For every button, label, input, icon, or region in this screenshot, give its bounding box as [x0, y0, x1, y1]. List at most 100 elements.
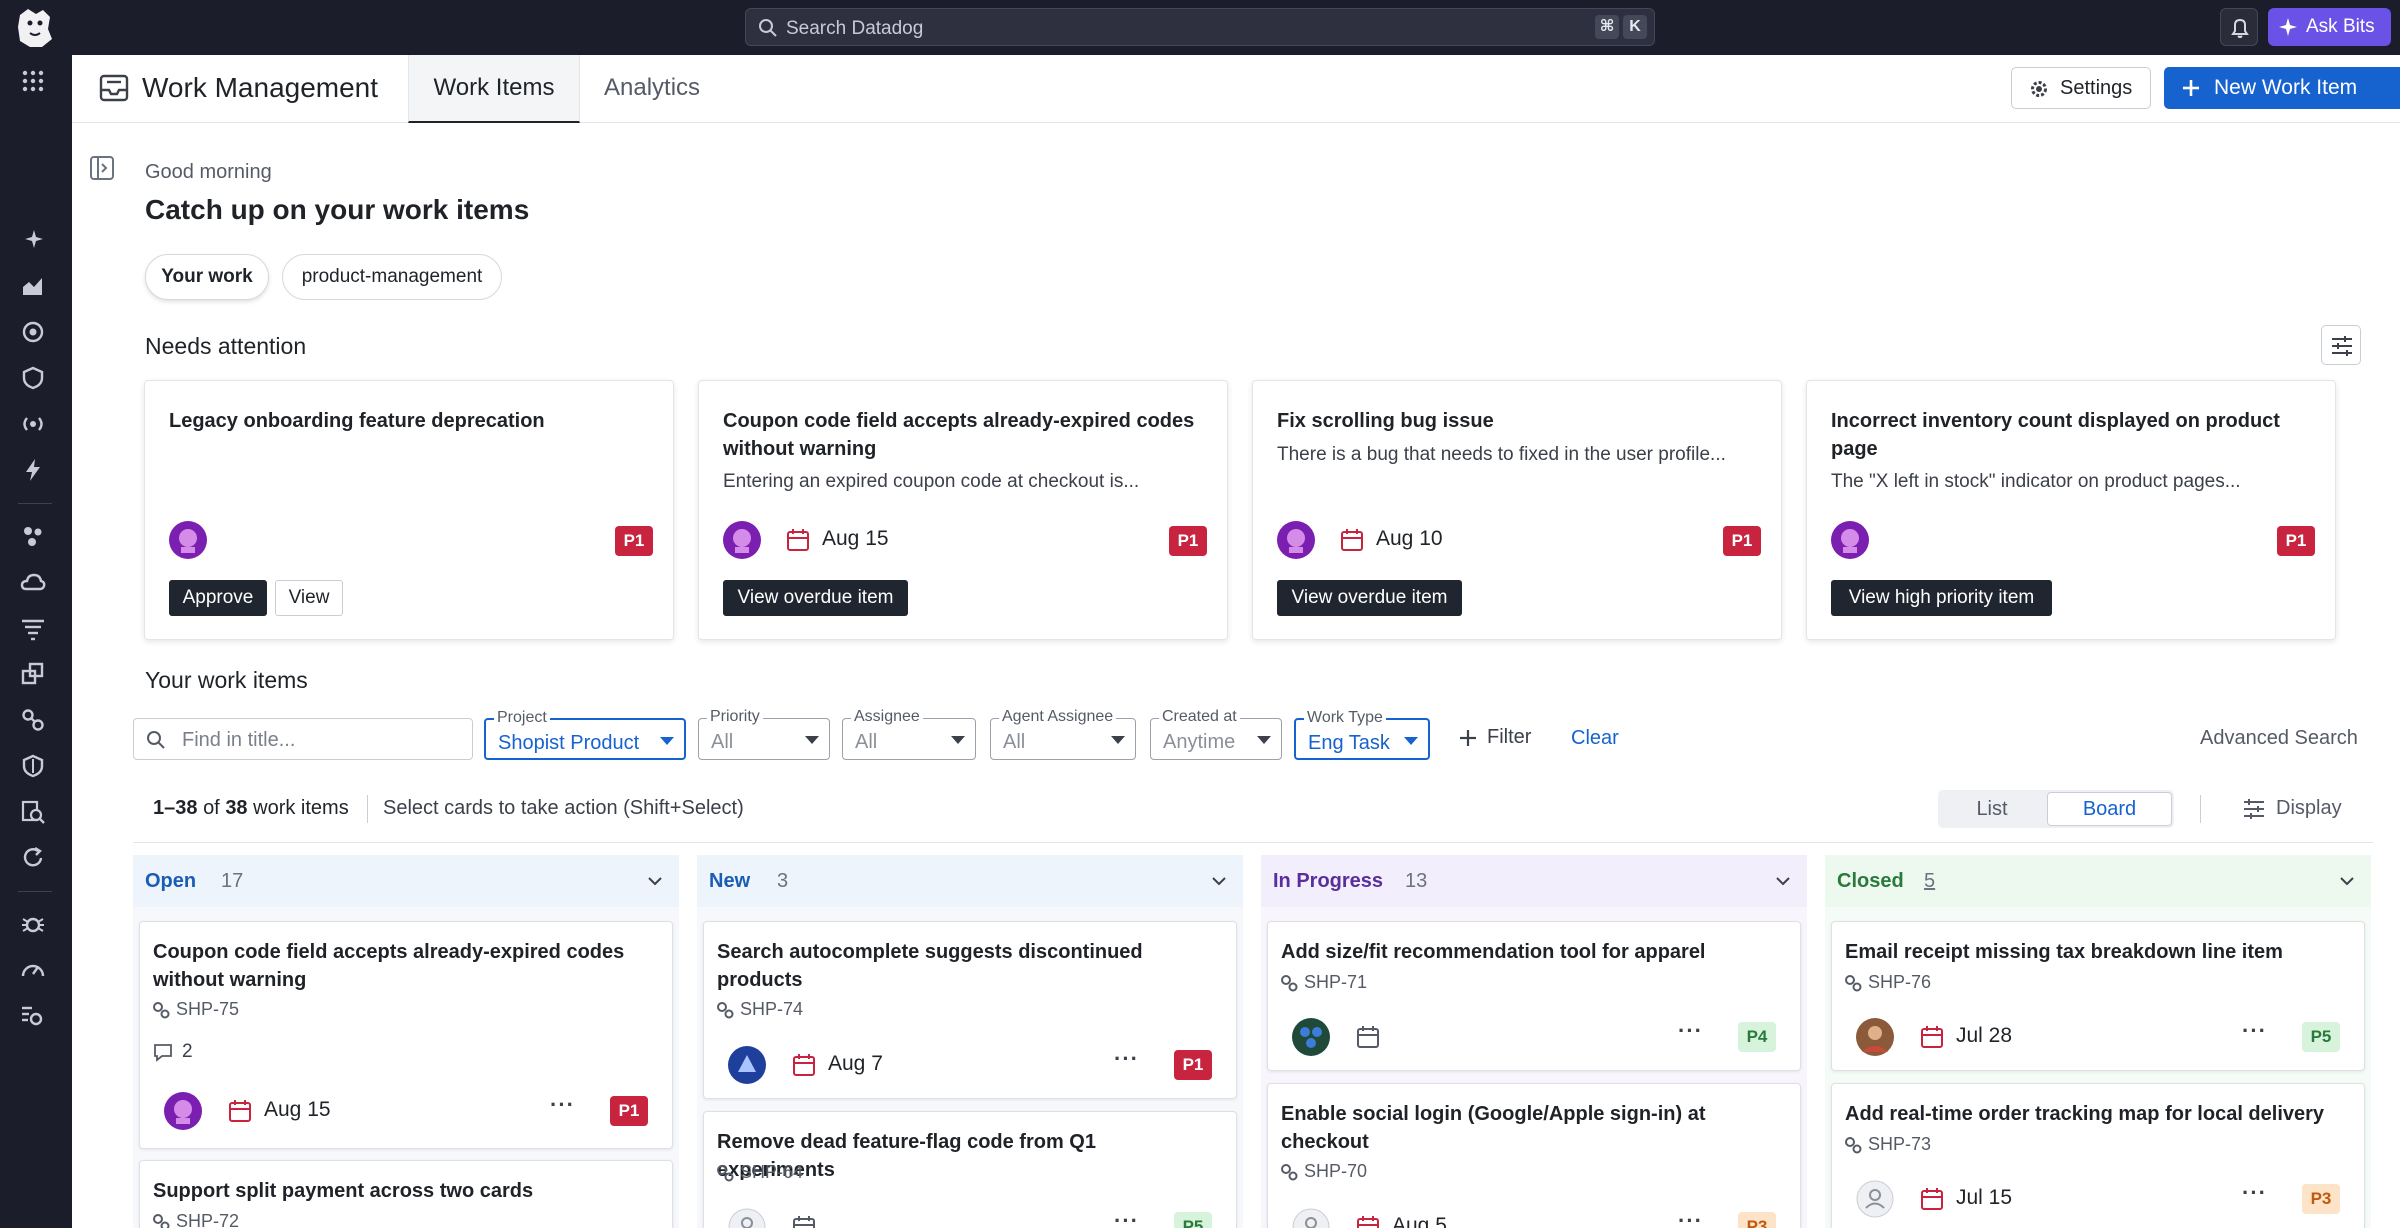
chip-your-work[interactable]: Your work [145, 254, 269, 300]
comment-count[interactable]: 2 [152, 1041, 193, 1063]
work-type-filter[interactable]: Work Type Eng Task [1294, 709, 1430, 760]
created-at-filter[interactable]: Created at Anytime [1150, 708, 1282, 760]
work-item-card[interactable]: Add real-time order tracking map for loc… [1831, 1083, 2365, 1228]
avatar [728, 1046, 766, 1084]
attention-card[interactable]: Legacy onboarding feature deprecation P1… [144, 380, 674, 640]
work-item-card[interactable]: Add size/fit recommendation tool for app… [1267, 921, 1801, 1071]
column-count: 17 [221, 870, 244, 892]
more-options-icon[interactable]: ··· [1678, 1018, 1703, 1044]
advanced-search-link[interactable]: Advanced Search [2200, 727, 2358, 750]
ask-bits-label: Ask Bits [2306, 16, 2375, 37]
signals-icon[interactable] [20, 411, 46, 437]
link-icon[interactable] [20, 707, 46, 733]
column-count[interactable]: 5 [1924, 870, 1935, 893]
work-item-card[interactable]: Coupon code field accepts already-expire… [139, 921, 673, 1149]
logs-icon[interactable] [20, 615, 46, 641]
speedometer-icon[interactable] [20, 957, 46, 983]
search-analytics-icon[interactable] [20, 799, 46, 825]
security-icon[interactable] [20, 365, 46, 391]
task-type-icon [153, 1214, 170, 1228]
approve-button[interactable]: Approve [169, 580, 267, 616]
expand-panel-button[interactable] [90, 156, 114, 180]
column-name: In Progress [1273, 870, 1384, 892]
column-header[interactable]: Open 17 [133, 855, 679, 907]
shield-icon[interactable] [20, 753, 46, 779]
infrastructure-icon[interactable] [20, 661, 46, 687]
dashboards-icon[interactable] [20, 273, 46, 299]
project-filter[interactable]: Project Shopist Product [484, 709, 686, 760]
workflow-icon[interactable] [20, 1003, 46, 1029]
new-work-item-button[interactable]: New Work Item [2164, 67, 2400, 109]
view-high-priority-item-button[interactable]: View high priority item [1831, 580, 2052, 616]
refresh-icon[interactable] [20, 845, 46, 871]
attention-card[interactable]: Fix scrolling bug issue There is a bug t… [1252, 380, 1782, 640]
settings-button[interactable]: Settings [2011, 67, 2151, 109]
assignee-filter[interactable]: Assignee All [842, 708, 976, 760]
more-options-icon[interactable]: ··· [1114, 1046, 1139, 1072]
apps-grid-icon[interactable] [20, 68, 46, 94]
chevron-down-icon[interactable] [1773, 871, 1793, 891]
task-type-icon [1845, 975, 1862, 992]
chevron-right-icon [97, 158, 108, 178]
chevron-down-icon[interactable] [1209, 871, 1229, 891]
add-filter-button[interactable]: Filter [1457, 726, 1531, 749]
agent-assignee-filter[interactable]: Agent Assignee All [990, 708, 1136, 760]
more-options-icon[interactable]: ··· [2242, 1018, 2267, 1044]
work-item-card[interactable]: Search autocomplete suggests discontinue… [703, 921, 1237, 1099]
tab-analytics[interactable]: Analytics [604, 55, 700, 123]
column-count: 13 [1405, 870, 1428, 892]
caret-down-icon [1404, 737, 1418, 745]
chevron-down-icon[interactable] [645, 871, 665, 891]
work-item-id: SHP-75 [176, 999, 240, 1019]
priority-filter[interactable]: Priority All [698, 708, 830, 760]
customize-button[interactable] [2321, 325, 2361, 365]
view-button[interactable]: View [275, 580, 343, 616]
bolt-icon[interactable] [20, 457, 46, 483]
column-header[interactable]: In Progress 13 [1261, 855, 1807, 907]
global-search-input[interactable]: Search Datadog ⌘ K [745, 8, 1655, 46]
chip-product-management[interactable]: product-management [282, 254, 502, 300]
work-item-card[interactable]: Remove dead feature-flag code from Q1 ex… [703, 1111, 1237, 1228]
column-count: 3 [777, 870, 789, 892]
count-of: of [203, 797, 220, 819]
more-options-icon[interactable]: ··· [550, 1092, 575, 1118]
board-view-button[interactable]: Board [2047, 792, 2172, 826]
notifications-button[interactable] [2220, 8, 2258, 46]
more-options-icon[interactable]: ··· [1678, 1208, 1703, 1228]
calendar-icon [1357, 1216, 1379, 1228]
work-item-card[interactable]: Enable social login (Google/Apple sign-i… [1267, 1083, 1801, 1228]
work-item-id: SHP-72 [176, 1211, 240, 1228]
tab-work-items[interactable]: Work Items [408, 55, 580, 123]
priority-badge: P5 [1174, 1212, 1212, 1228]
priority-badge: P1 [1169, 526, 1207, 556]
work-item-card[interactable]: Support split payment across two cards S… [139, 1160, 673, 1228]
caret-down-icon [805, 736, 819, 744]
ask-bits-button[interactable]: Ask Bits [2268, 8, 2391, 46]
datadog-logo-icon[interactable] [12, 5, 58, 51]
cloud-icon[interactable] [20, 569, 46, 595]
monitors-icon[interactable] [20, 319, 46, 345]
clear-filters-button[interactable]: Clear [1571, 727, 1619, 750]
bug-icon[interactable] [20, 911, 46, 937]
avatar [164, 1092, 202, 1130]
more-options-icon[interactable]: ··· [1114, 1208, 1139, 1228]
work-item-card[interactable]: Email receipt missing tax breakdown line… [1831, 921, 2365, 1071]
sparkle-nav-icon[interactable] [20, 227, 46, 253]
work-item-id: SHP-64 [740, 1162, 804, 1182]
view-overdue-item-button[interactable]: View overdue item [723, 580, 908, 616]
more-options-icon[interactable]: ··· [2242, 1180, 2267, 1206]
services-icon[interactable] [20, 523, 46, 549]
work-item-title: Add real-time order tracking map for loc… [1845, 1103, 2325, 1125]
list-view-button[interactable]: List [1938, 790, 2046, 828]
page-title: Work Management [142, 72, 379, 103]
attention-card[interactable]: Coupon code field accepts already-expire… [698, 380, 1228, 640]
attention-card[interactable]: Incorrect inventory count displayed on p… [1806, 380, 2336, 640]
calendar-icon [1921, 1026, 1943, 1048]
chevron-down-icon[interactable] [2337, 871, 2357, 891]
task-type-icon [1845, 1137, 1862, 1154]
display-options-button[interactable]: Display [2242, 797, 2342, 820]
view-overdue-item-button[interactable]: View overdue item [1277, 580, 1462, 616]
column-header[interactable]: New 3 [697, 855, 1243, 907]
find-in-title-input[interactable]: Find in title... [133, 718, 473, 760]
column-header[interactable]: Closed 5 [1825, 855, 2371, 907]
